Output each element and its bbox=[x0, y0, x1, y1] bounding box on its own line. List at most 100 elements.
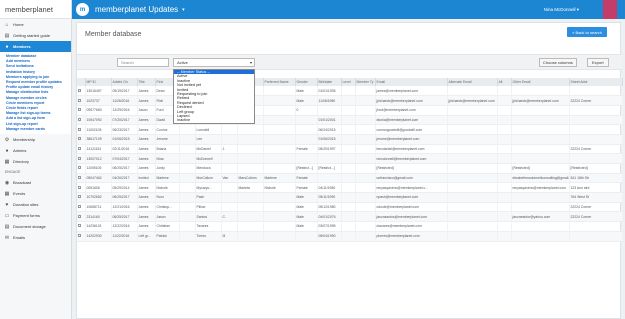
back-to-search-button[interactable]: « Back to search bbox=[567, 27, 607, 37]
table-row[interactable]: 05047462 04/26/2017 Invited Marlene MorCollu… bbox=[77, 173, 623, 184]
column-header[interactable] bbox=[77, 78, 86, 86]
table-row[interactable]: 38617109 01/06/2015 James Jerome Lee 01/06/20… bbox=[77, 134, 623, 145]
column-header[interactable]: Birthdate bbox=[317, 78, 342, 86]
status-option[interactable]: Inactive bbox=[174, 118, 254, 122]
column-header[interactable]: Other Email bbox=[511, 78, 570, 86]
row-checkbox-cell[interactable] bbox=[77, 163, 86, 174]
row-checkbox-cell[interactable] bbox=[77, 144, 86, 155]
row-checkbox-cell[interactable] bbox=[77, 182, 86, 194]
table-cell bbox=[355, 115, 376, 126]
row-checkbox-cell[interactable] bbox=[77, 105, 86, 116]
table-row[interactable]: 13007012 07/04/2017 James Nina McDonnell nmcd… bbox=[77, 153, 623, 164]
row-checkbox-cell[interactable] bbox=[77, 153, 86, 164]
column-header[interactable]: Preferred Name bbox=[263, 78, 296, 86]
chevron-down-icon[interactable]: ▾ bbox=[182, 7, 185, 13]
brand-logo[interactable]: memberplanet bbox=[0, 0, 71, 19]
group-title[interactable]: memberplanet Updates bbox=[95, 5, 178, 14]
table-row[interactable]: 14236101 12/22/2016 James Christian Tavares M… bbox=[77, 221, 623, 232]
user-menu[interactable]: Nina McDonnell ▾ bbox=[544, 7, 579, 13]
row-checkbox[interactable] bbox=[78, 108, 81, 112]
app-logo-icon[interactable]: m bbox=[76, 3, 89, 16]
row-checkbox-cell[interactable] bbox=[77, 134, 86, 145]
status-select[interactable]: Active ▾ bbox=[173, 58, 255, 67]
member-submenu-link[interactable]: Manage member cards bbox=[6, 127, 71, 132]
search-input[interactable]: Search bbox=[117, 58, 169, 67]
table-row[interactable]: 11002108 06/23/2017 James Connor Lonsdell 06/… bbox=[77, 124, 623, 135]
sidebar-item-events[interactable]: ▦ Events bbox=[0, 188, 71, 199]
row-checkbox-cell[interactable] bbox=[77, 173, 86, 184]
row-checkbox[interactable] bbox=[78, 214, 81, 218]
row-checkbox-cell[interactable] bbox=[77, 202, 86, 213]
row-checkbox[interactable] bbox=[78, 137, 81, 141]
table-cell: Marlene bbox=[263, 173, 296, 184]
row-checkbox-cell[interactable] bbox=[77, 86, 86, 97]
row-checkbox-cell[interactable] bbox=[77, 211, 86, 223]
sidebar-item-broadcast[interactable]: ◉ Broadcast bbox=[0, 177, 71, 188]
table-cell: 123 Ann stre bbox=[569, 182, 623, 194]
column-header[interactable]: Alt bbox=[497, 78, 512, 86]
avatar[interactable] bbox=[603, 0, 617, 19]
table-row[interactable]: 14121151 02/11/2016 James Briana McDaniel J. F… bbox=[77, 144, 623, 155]
sidebar-item-directory[interactable]: ▦ Directory bbox=[0, 156, 71, 167]
column-header[interactable]: Gender bbox=[295, 78, 318, 86]
row-checkbox[interactable] bbox=[78, 117, 81, 121]
sidebar-item-membership[interactable]: ⚙ Membership bbox=[0, 134, 71, 145]
table-row[interactable]: 1023737 11/26/2016 James Rich Male 11/06/1980… bbox=[77, 95, 623, 106]
row-checkbox[interactable] bbox=[78, 224, 81, 228]
row-checkbox-cell[interactable] bbox=[77, 124, 86, 135]
table-cell bbox=[497, 173, 512, 184]
choose-columns-button[interactable]: Choose columns bbox=[539, 58, 577, 67]
row-checkbox[interactable] bbox=[78, 176, 81, 180]
row-checkbox[interactable] bbox=[78, 98, 81, 102]
table-cell: Nina bbox=[155, 153, 180, 164]
table-row[interactable]: 10702652 06/25/2017 James Noor Pash Male 05/11… bbox=[77, 192, 623, 203]
sidebar-item-home[interactable]: ⌂ Home bbox=[0, 19, 71, 30]
table-cell bbox=[341, 124, 356, 135]
row-checkbox[interactable] bbox=[78, 127, 81, 131]
sidebar-item-admins[interactable]: ● Admins bbox=[0, 145, 71, 156]
column-header[interactable]: Alternate Email bbox=[447, 78, 498, 86]
sidebar-item-getting-started-guide[interactable]: ▤ Getting started guide bbox=[0, 30, 71, 41]
row-checkbox-cell[interactable] bbox=[77, 221, 86, 232]
column-header[interactable]: Added On bbox=[111, 78, 138, 86]
sidebar-item-document-storage[interactable]: ▤ Document storage bbox=[0, 221, 71, 232]
table-cell: Connor bbox=[155, 124, 180, 135]
row-checkbox-cell[interactable] bbox=[77, 115, 86, 126]
sidebar-item-donation-sites[interactable]: ♥ Donation sites bbox=[0, 199, 71, 210]
column-header[interactable]: Member Ty bbox=[355, 78, 376, 86]
column-header[interactable]: Street Addr bbox=[569, 78, 623, 86]
sidebar-item-members[interactable]: ● Members bbox=[0, 41, 71, 52]
table-row[interactable]: 1054709207/20/2017JamesDavidPines01/01/2… bbox=[77, 115, 623, 126]
export-button[interactable]: Export bbox=[587, 58, 609, 67]
table-row[interactable]: 2314160 06/25/2017 James Jason Santos C. Male 0… bbox=[77, 211, 623, 223]
row-checkbox[interactable] bbox=[78, 146, 81, 150]
column-header[interactable]: Level bbox=[341, 78, 356, 86]
sidebar-item-payment-forms[interactable]: ▭ Payment forms bbox=[0, 210, 71, 221]
table-row[interactable]: 0051606 05/29/2014 James Nichole Mycaryo... M… bbox=[77, 182, 623, 194]
table-cell: 07/20/2017 bbox=[111, 115, 138, 126]
table-cell bbox=[237, 211, 264, 223]
table-cell: jasonsantos@memberplanet.com bbox=[375, 211, 448, 223]
table-row[interactable]: 09577683 12/29/2016 Jason Ford 0 jford@member… bbox=[77, 105, 623, 116]
row-checkbox[interactable] bbox=[78, 234, 81, 238]
column-header[interactable]: Title bbox=[137, 78, 156, 86]
row-checkbox[interactable] bbox=[78, 195, 81, 199]
table-row[interactable]: 14202930 11/22/2016 Left gr... Patrick Torre… bbox=[77, 231, 623, 242]
table-cell bbox=[341, 202, 356, 213]
row-checkbox-cell[interactable] bbox=[77, 192, 86, 203]
row-checkbox[interactable] bbox=[78, 185, 81, 189]
row-checkbox[interactable] bbox=[78, 166, 81, 170]
row-checkbox-cell[interactable] bbox=[77, 231, 86, 242]
row-checkbox-cell[interactable] bbox=[77, 95, 86, 106]
table-row[interactable]: 10658711 12/21/2016 James Christop... Pillow… bbox=[77, 202, 623, 213]
column-header[interactable]: MP ID bbox=[85, 78, 112, 86]
table-cell: Marieta bbox=[237, 182, 264, 194]
row-checkbox[interactable] bbox=[78, 205, 81, 209]
row-checkbox[interactable] bbox=[78, 156, 81, 160]
column-header[interactable]: Email bbox=[375, 78, 448, 86]
sidebar-item-emails[interactable]: ✉ Emails bbox=[0, 232, 71, 243]
row-checkbox[interactable] bbox=[78, 88, 81, 92]
table-cell bbox=[447, 192, 498, 203]
table-row[interactable]: 11005105 06/25/2017 James Jordy Mendoza [Rest… bbox=[77, 163, 623, 174]
table-row[interactable]: 13016457 05/19/2017 James Dean Male 01/01/193… bbox=[77, 86, 623, 97]
